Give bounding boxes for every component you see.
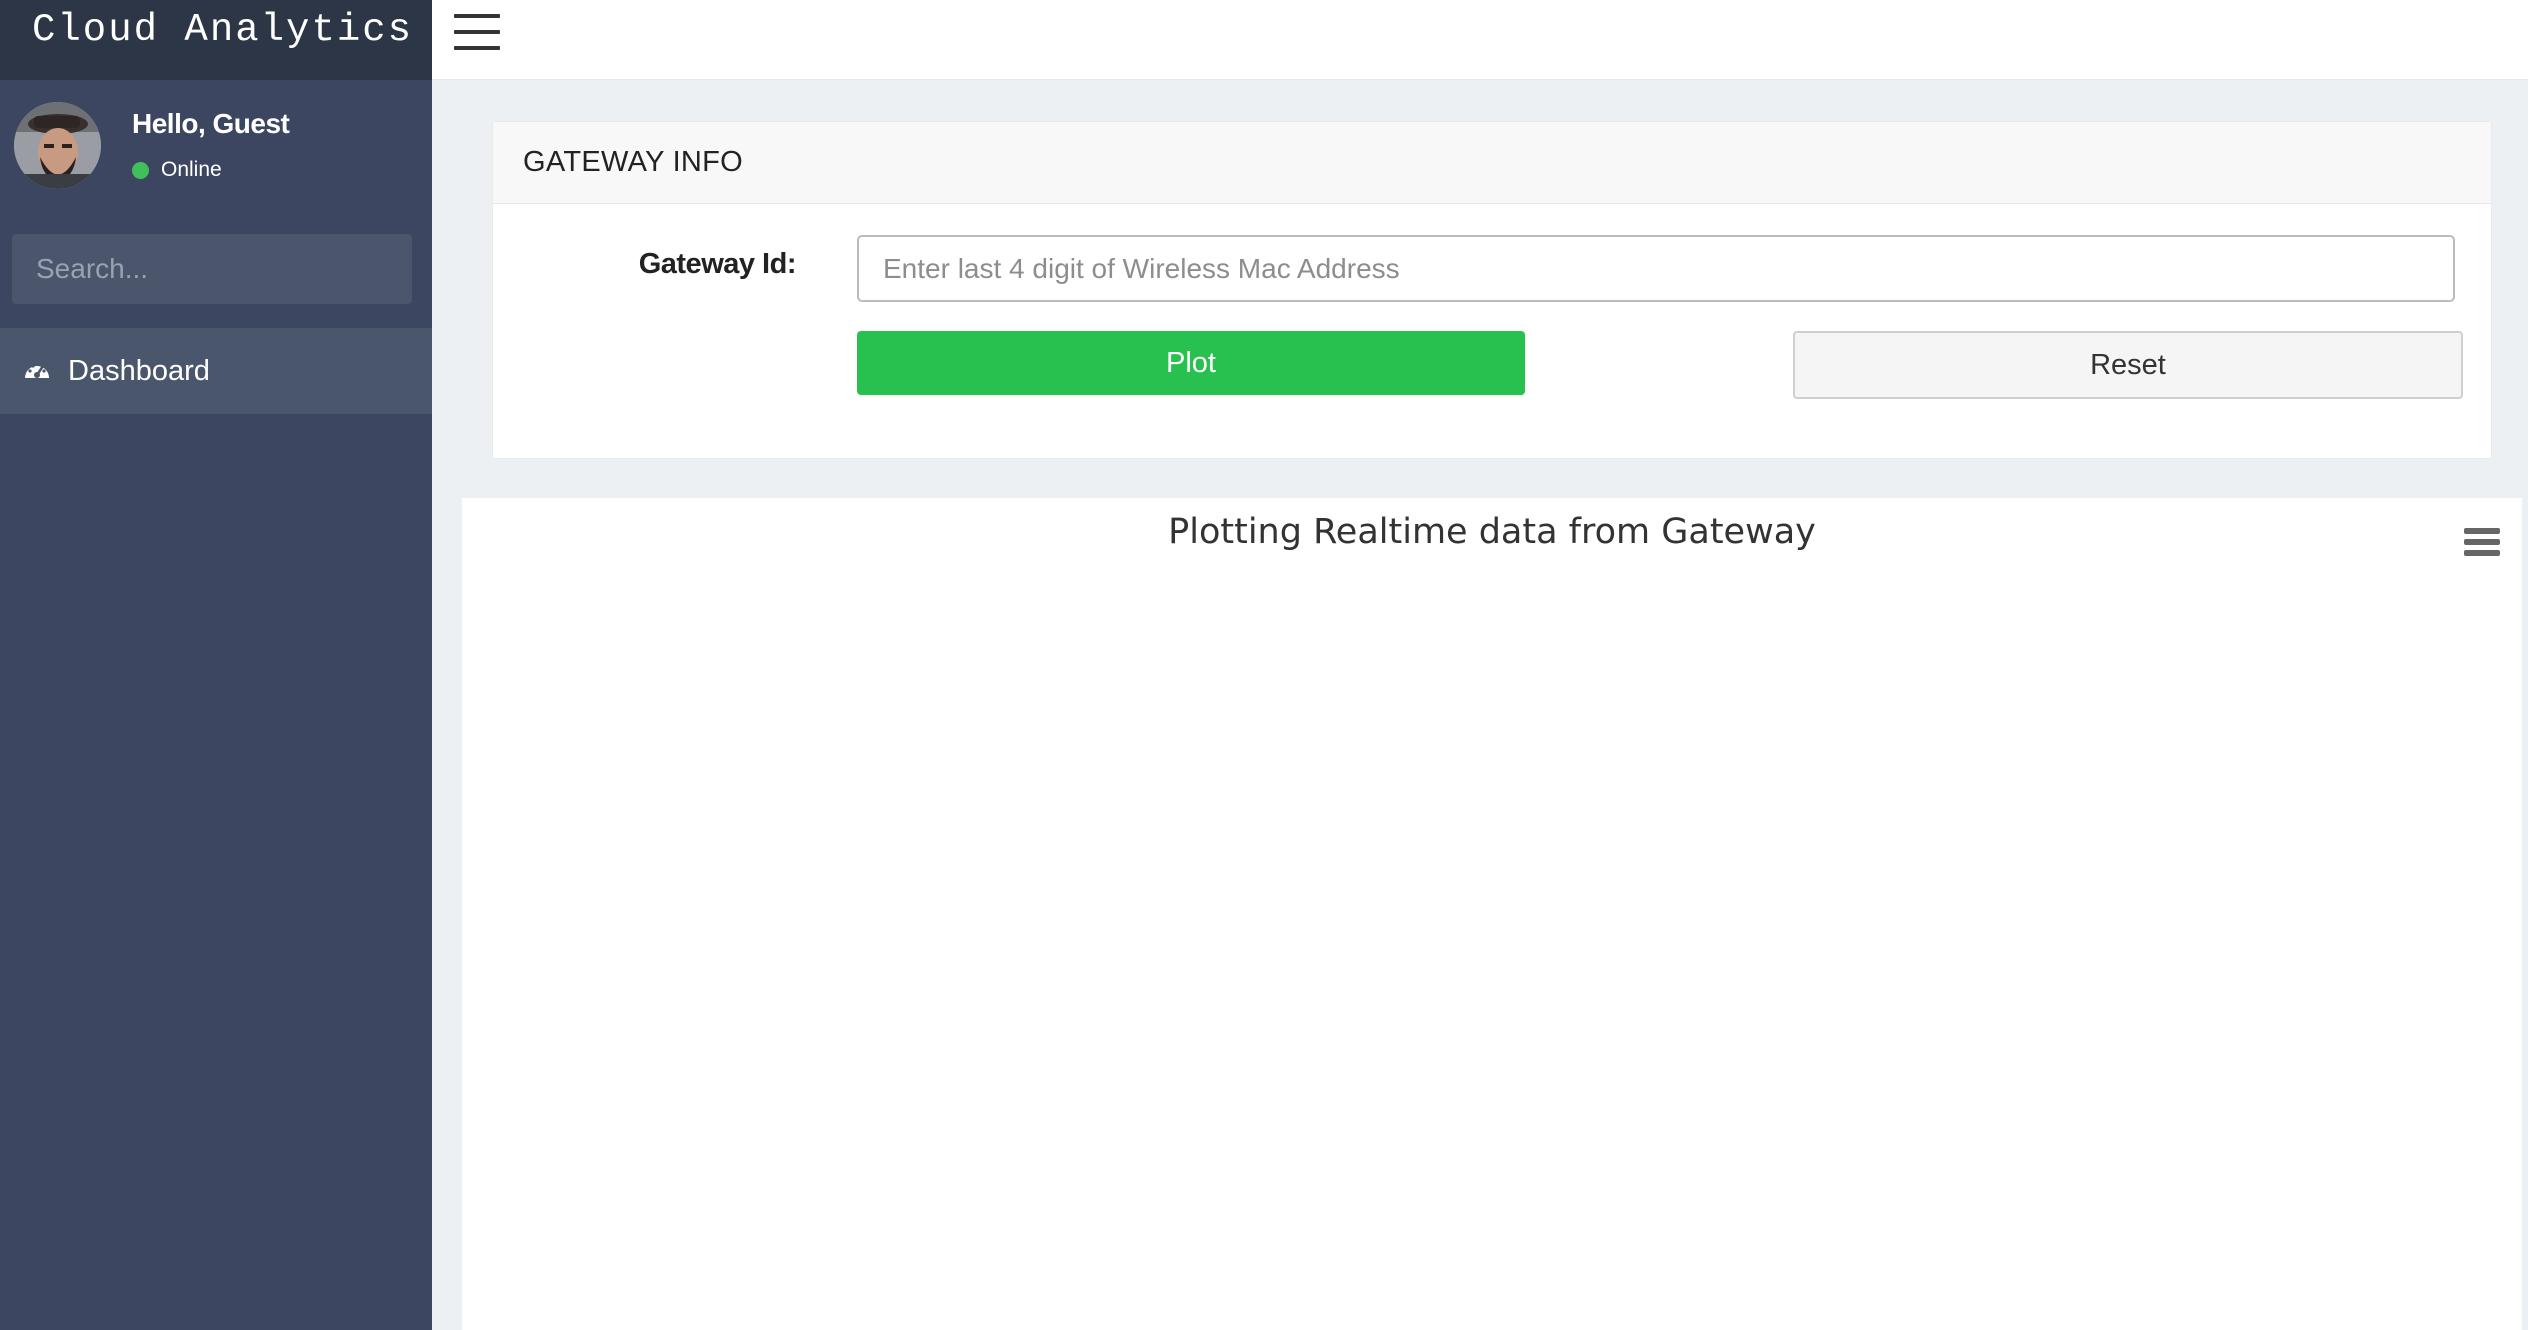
chart-context-menu-icon[interactable] <box>2464 528 2500 556</box>
gateway-info-panel: GATEWAY INFO Gateway Id: Plot Reset <box>492 121 2492 459</box>
gateway-id-label: Gateway Id: <box>638 248 797 280</box>
chart-menu-line <box>2464 539 2500 545</box>
chart-title: Plotting Realtime data from Gateway <box>1168 512 1816 552</box>
sidebar-item-dashboard[interactable]: Dashboard <box>0 328 432 414</box>
realtime-chart: Plotting Realtime data from Gateway <box>462 498 2522 1330</box>
avatar-portrait-icon <box>14 102 101 189</box>
sidebar-item-label: Dashboard <box>68 354 210 387</box>
user-panel: Hello, Guest Online <box>0 80 432 205</box>
gateway-id-input[interactable] <box>857 235 2455 302</box>
user-greeting: Hello, Guest <box>132 108 290 139</box>
sidebar-search <box>12 234 412 304</box>
reset-button[interactable]: Reset <box>1793 331 2463 399</box>
plot-button[interactable]: Plot <box>857 331 1525 395</box>
chart-menu-line <box>2464 550 2500 556</box>
app-brand[interactable]: Cloud Analytics <box>0 0 432 80</box>
dashboard-gauge-icon <box>22 356 52 386</box>
user-status-label: Online <box>161 158 222 181</box>
hamburger-icon[interactable] <box>454 14 500 50</box>
user-status: Online <box>132 158 222 182</box>
user-avatar <box>14 102 101 189</box>
top-navbar <box>432 0 2528 80</box>
online-status-dot-icon <box>132 161 149 179</box>
hamburger-line <box>454 30 500 34</box>
hamburger-line <box>454 46 500 50</box>
panel-heading: GATEWAY INFO <box>493 122 2491 204</box>
search-input[interactable] <box>12 234 412 304</box>
hamburger-line <box>454 14 500 18</box>
chart-menu-line <box>2464 528 2500 534</box>
sidebar: Cloud Analytics Hello, Guest Online Sear… <box>0 0 432 1330</box>
